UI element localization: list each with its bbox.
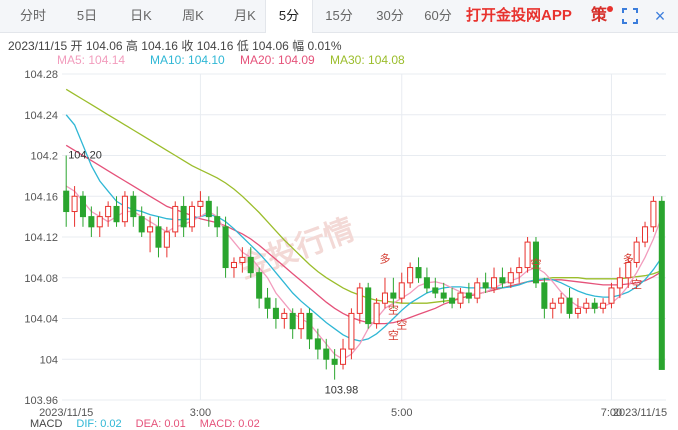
y-tick-label: 104.28 <box>24 69 58 81</box>
candle-body <box>507 272 514 284</box>
candle-body <box>138 216 145 233</box>
candle-body <box>88 216 95 228</box>
candle-body <box>189 205 196 228</box>
candle-body <box>465 292 472 299</box>
candle-body <box>616 277 623 289</box>
candle-body <box>650 200 657 228</box>
candle-body <box>440 292 447 299</box>
candle-body <box>180 205 187 228</box>
y-tick-label: 104.04 <box>24 314 58 326</box>
candle-body <box>230 261 237 269</box>
y-tick-label: 104.12 <box>24 232 58 244</box>
y-tick-label: 104.2 <box>30 151 58 163</box>
macd-label-2: DEA: 0.01 <box>135 418 186 430</box>
candle-body <box>600 302 607 309</box>
candle-body <box>407 267 414 284</box>
watermark: 金投行情 <box>233 212 358 285</box>
candle-body <box>474 282 481 299</box>
candle-body <box>247 256 254 274</box>
candle-body <box>390 292 397 299</box>
candle-body <box>574 307 581 314</box>
candle-body <box>113 205 120 223</box>
candle-body <box>449 297 456 304</box>
candle-body <box>256 272 263 299</box>
candle-body <box>499 277 506 284</box>
max-price-label: 104.20 <box>68 150 102 162</box>
macd-label-1: DIF: 0.02 <box>76 418 122 430</box>
candlestick-chart: 104.28 104.24 104.2 104.16 104.12 104.08 104.0… <box>24 69 667 419</box>
candle-body <box>558 297 565 304</box>
candle-body <box>306 312 313 340</box>
candle-body <box>121 195 128 223</box>
candle-body <box>491 277 498 289</box>
candle-body <box>239 256 246 263</box>
candle-body <box>331 358 338 365</box>
candle-body <box>298 312 305 330</box>
candle-body <box>205 200 212 218</box>
macd-label-3: MACD: 0.02 <box>199 418 260 430</box>
trade-marker: 空 <box>388 328 399 342</box>
candle-body <box>147 226 154 233</box>
candle-body <box>79 195 86 218</box>
candle-body <box>549 302 556 309</box>
candle-body <box>163 231 170 248</box>
trade-marker: 多 <box>379 251 390 265</box>
candle-body <box>105 205 112 218</box>
candle-body <box>633 241 640 263</box>
candle-body <box>222 226 229 269</box>
candle-body <box>432 287 439 294</box>
candle-body <box>365 287 372 325</box>
candle-body <box>348 312 355 350</box>
candle-body <box>197 200 204 207</box>
candle-body <box>591 302 598 309</box>
candle-body <box>289 312 296 330</box>
candle-body <box>566 297 573 314</box>
candle-body <box>541 282 548 309</box>
candle-body <box>482 282 489 289</box>
candle-body <box>423 277 430 289</box>
candle-body <box>264 297 271 309</box>
macd-label-0: MACD <box>30 418 63 430</box>
candle-body <box>356 287 363 314</box>
x-tick-label: 5:00 <box>391 407 412 419</box>
candle-body <box>272 307 279 319</box>
candle-body <box>381 292 388 304</box>
trade-marker: 多 <box>623 251 634 265</box>
candle-body <box>398 282 405 299</box>
trade-marker: 空 <box>530 257 541 271</box>
candle-body <box>658 200 665 370</box>
trade-marker: 空 <box>388 302 399 316</box>
candle-body <box>281 312 288 319</box>
candle-body <box>214 216 221 228</box>
candle-body <box>130 195 137 218</box>
ma5-line <box>65 185 663 360</box>
candle-body <box>63 190 70 213</box>
x-tick-label: 2023/11/15 <box>613 407 667 419</box>
candle-body <box>314 338 321 350</box>
candle-body <box>373 302 380 325</box>
candle-body <box>524 241 531 269</box>
candle-body <box>96 216 103 228</box>
candle-body <box>340 348 347 365</box>
min-price-label: 103.98 <box>325 385 359 397</box>
y-tick-label: 104.16 <box>24 191 58 203</box>
y-tick-label: 104 <box>40 354 58 366</box>
candle-body <box>457 292 464 304</box>
trade-marker: 空 <box>631 277 642 291</box>
candle-body <box>71 195 78 213</box>
candle-body <box>172 205 179 233</box>
candle-body <box>642 226 649 243</box>
candle-body <box>516 267 523 274</box>
candle-body <box>323 348 330 360</box>
candle-body <box>583 302 590 309</box>
y-tick-label: 104.24 <box>24 110 58 122</box>
candle-body <box>608 287 615 304</box>
macd-legend: MACD DIF: 0.02 DEA: 0.01 MACD: 0.02 <box>30 418 274 430</box>
y-tick-label: 103.96 <box>24 395 58 407</box>
y-tick-label: 104.08 <box>24 273 58 285</box>
candle-body <box>155 226 162 248</box>
candle-body <box>415 267 422 279</box>
